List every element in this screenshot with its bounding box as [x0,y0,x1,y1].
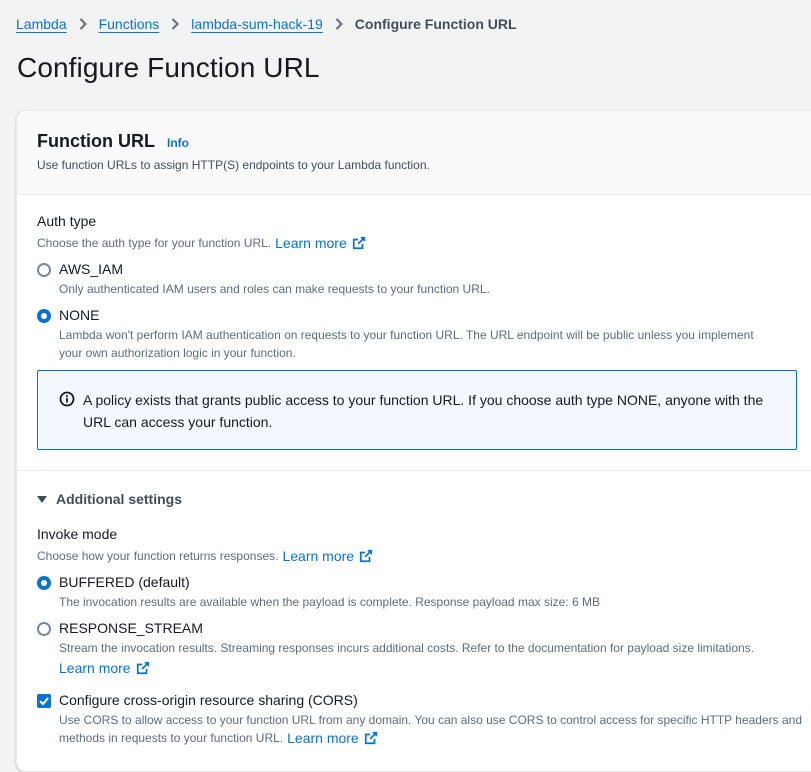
cors-description-line2: methods in requests to your function URL… [59,731,284,745]
alert-text: A policy exists that grants public acces… [83,392,764,430]
cors-label[interactable]: Configure cross-origin resource sharing … [59,692,358,708]
panel-description: Use function URLs to assign HTTP(S) endp… [37,158,430,172]
cors-description-line1: Use CORS to allow access to your functio… [59,713,803,727]
response-stream-learn-more-link[interactable]: Learn more [59,659,150,677]
auth-type-description-text: Choose the auth type for your function U… [37,236,272,250]
info-link[interactable]: Info [167,136,189,150]
breadcrumb: Lambda Functions lambda-sum-hack-19 Conf… [16,14,517,34]
invoke-mode-label: Invoke mode [37,526,118,542]
learn-more-text: Learn more [275,235,347,251]
learn-more-text: Learn more [59,660,131,676]
breadcrumb-functions[interactable]: Functions [99,16,160,32]
auth-none-description-line2: your own authorization logic in your fun… [59,346,296,360]
chevron-right-icon [165,18,185,30]
auth-type-learn-more-link[interactable]: Learn more [275,235,366,251]
external-link-icon [359,549,373,563]
checkmark-icon [39,697,49,706]
info-circle-icon [59,391,75,407]
chevron-right-icon [329,18,349,30]
cors-description: Use CORS to allow access to your functio… [59,711,802,747]
invoke-mode-description-text: Choose how your function returns respons… [37,549,279,563]
learn-more-text: Learn more [282,548,355,564]
auth-none-description-line1: Lambda won't perform IAM authentication … [59,328,754,342]
cors-description-line2-row: methods in requests to your function URL… [59,729,802,747]
caret-down-icon [37,495,47,503]
auth-aws-iam-description: Only authenticated IAM users and roles c… [59,282,490,296]
external-link-icon [364,731,377,745]
external-link-icon [136,661,149,675]
auth-none-description: Lambda won't perform IAM authentication … [59,326,754,362]
additional-settings-toggle[interactable]: Additional settings [37,491,182,507]
auth-type-label: Auth type [37,213,97,229]
panel-header: Function URL Info Use function URLs to a… [17,111,811,195]
invoke-response-stream-label[interactable]: RESPONSE_STREAM [59,620,203,636]
cors-checkbox[interactable] [37,694,51,708]
external-link-icon [352,236,365,250]
info-alert: A policy exists that grants public acces… [37,370,797,450]
additional-settings-label: Additional settings [56,491,182,507]
invoke-response-stream-radio[interactable] [37,622,51,636]
function-url-panel: Function URL Info Use function URLs to a… [16,110,811,772]
auth-type-description: Choose the auth type for your function U… [37,235,366,251]
panel-title-row: Function URL Info [37,131,189,152]
breadcrumb-function-name[interactable]: lambda-sum-hack-19 [191,16,323,32]
auth-aws-iam-label[interactable]: AWS_IAM [59,261,123,277]
invoke-buffered-label[interactable]: BUFFERED (default) [59,574,190,590]
invoke-response-stream-description: Stream the invocation results. Streaming… [59,639,754,678]
invoke-buffered-radio[interactable] [37,576,51,590]
learn-more-text: Learn more [287,730,359,746]
page-title: Configure Function URL [17,52,320,83]
invoke-mode-description: Choose how your function returns respons… [37,548,373,564]
breadcrumb-lambda[interactable]: Lambda [16,16,67,32]
divider [17,470,811,471]
invoke-response-stream-description-text: Stream the invocation results. Streaming… [59,641,755,655]
chevron-right-icon [73,18,93,30]
breadcrumb-current: Configure Function URL [354,16,517,32]
invoke-buffered-description: The invocation results are available whe… [59,595,600,609]
auth-aws-iam-radio[interactable] [37,263,51,277]
cors-learn-more-link[interactable]: Learn more [287,729,378,747]
auth-none-label[interactable]: NONE [59,307,99,323]
auth-none-radio[interactable] [37,309,51,323]
invoke-mode-learn-more-link[interactable]: Learn more [282,548,373,564]
panel-title: Function URL [37,131,155,151]
